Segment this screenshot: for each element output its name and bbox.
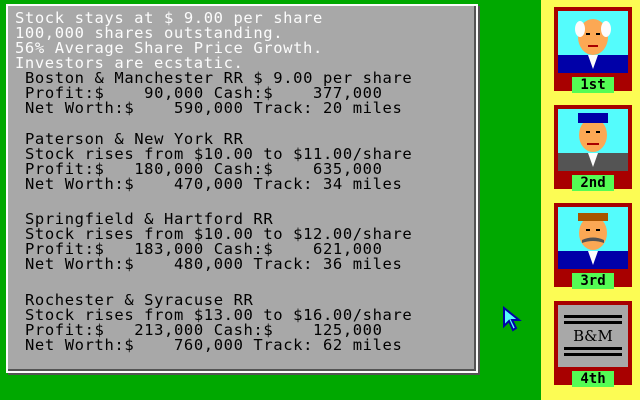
company-logo-text: B&M: [573, 327, 613, 345]
company-profit: Profit:$ 183,000 Cash:$ 621,000: [25, 240, 383, 258]
tycoon-portrait-icon: [558, 11, 628, 73]
company-name: Rochester & Syracuse RR: [25, 291, 254, 309]
tycoon-portrait-icon: [558, 207, 628, 269]
tycoon-portrait-icon: [558, 109, 628, 171]
company-profit: Profit:$ 180,000 Cash:$ 635,000: [25, 160, 383, 178]
company-networth: Net Worth:$ 470,000 Track: 34 miles: [25, 175, 403, 193]
header-line-1: Stock stays at $ 9.00 per share: [15, 9, 323, 27]
rank-label: 3rd: [572, 273, 614, 289]
company-networth: Net Worth:$ 590,000 Track: 20 miles: [25, 99, 403, 117]
company-networth: Net Worth:$ 760,000 Track: 62 miles: [25, 336, 403, 354]
ranking-card-3[interactable]: 3rd: [552, 201, 634, 289]
company-name: Springfield & Hartford RR: [25, 210, 274, 228]
company-profit: Profit:$ 213,000 Cash:$ 125,000: [25, 321, 383, 339]
ranking-card-1[interactable]: 1st: [552, 5, 634, 93]
company-stock: Stock rises from $10.00 to $11.00/share: [25, 145, 413, 163]
header-line-4: Investors are ecstatic.: [15, 54, 244, 72]
header-line-3: 56% Average Share Price Growth.: [15, 39, 323, 57]
stock-report-panel: Stock stays at $ 9.00 per share 100,000 …: [6, 4, 478, 373]
company-profit: Profit:$ 90,000 Cash:$ 377,000: [25, 84, 383, 102]
header-line-2: 100,000 shares outstanding.: [15, 24, 284, 42]
company-logo: B&M: [558, 305, 628, 367]
company-stock: Stock rises from $10.00 to $12.00/share: [25, 225, 413, 243]
company-stock: Stock rises from $13.00 to $16.00/share: [25, 306, 413, 324]
mouse-pointer-icon: [503, 306, 522, 332]
ranking-card-2[interactable]: 2nd: [552, 103, 634, 191]
rank-label: 1st: [572, 77, 614, 93]
rank-label: 2nd: [572, 175, 614, 191]
rank-label: 4th: [572, 371, 614, 387]
company-networth: Net Worth:$ 480,000 Track: 36 miles: [25, 255, 403, 273]
ranking-card-4[interactable]: B&M 4th: [552, 299, 634, 387]
company-name: Boston & Manchester RR $ 9.00 per share: [25, 69, 413, 87]
company-name: Paterson & New York RR: [25, 130, 244, 148]
